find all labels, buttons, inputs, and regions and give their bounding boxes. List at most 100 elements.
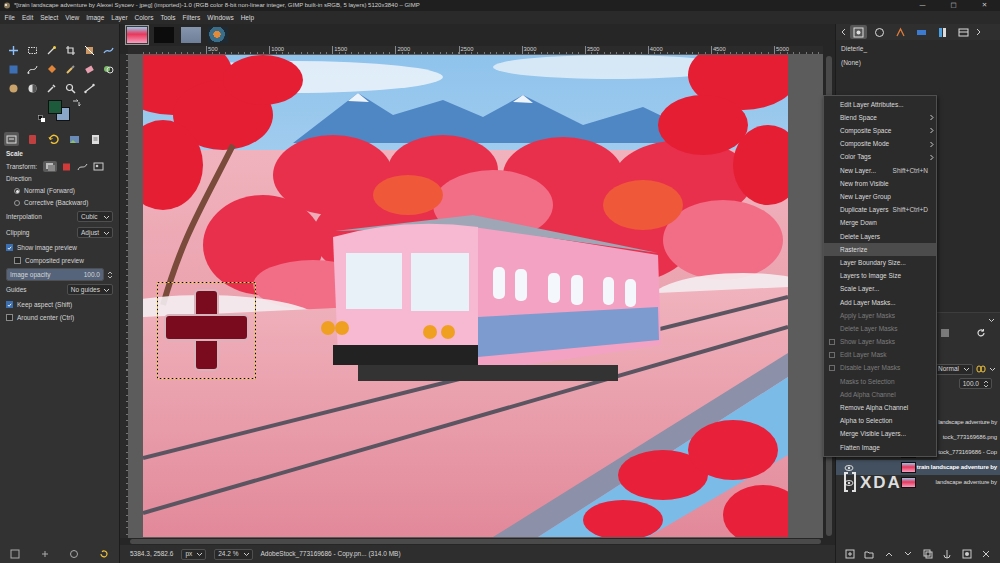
context-menu-item[interactable]: Layers to Image Size (824, 269, 936, 282)
checkbox-label[interactable]: Show image preview (17, 244, 77, 252)
context-menu-item[interactable]: Scale Layer... (824, 283, 936, 296)
scroll-right-icon[interactable] (976, 28, 982, 36)
menu-item-label[interactable]: Remove Alpha Channel (840, 404, 928, 412)
image-tab[interactable] (179, 25, 203, 45)
crop-tool-icon[interactable] (65, 45, 76, 56)
context-menu-item[interactable]: Composite Mode (824, 138, 936, 151)
context-menu-item[interactable]: Add Layer Masks... (824, 296, 936, 309)
context-menu-item[interactable]: Blend Space (824, 111, 936, 124)
menu-item-label[interactable]: Composite Mode (840, 140, 928, 148)
layer-name[interactable]: tock_773169686 - Cop (938, 449, 997, 455)
window-control-button[interactable]: □ (938, 0, 969, 11)
context-menu-item[interactable]: New from Visible (824, 177, 936, 190)
opacity-slider[interactable]: Image opacity100.0 (6, 268, 104, 281)
menu-item-label[interactable]: New Layer Group (840, 193, 928, 201)
context-menu-item[interactable]: Duplicate LayersShift+Ctrl+D (824, 204, 936, 217)
dock-tab[interactable] (913, 25, 930, 39)
wand-tool-icon[interactable] (46, 45, 57, 56)
eye-icon[interactable] (836, 464, 854, 472)
layer-mode-dropdown[interactable]: Normal (934, 364, 973, 375)
raise-layer-icon[interactable] (884, 549, 894, 559)
dropdown-value[interactable]: No guides (71, 286, 100, 294)
dropdown-value[interactable]: Cubic (81, 213, 98, 221)
dodge-tool-icon[interactable] (27, 83, 38, 94)
delete-layer-icon[interactable] (981, 549, 991, 559)
default-colors-icon[interactable] (38, 115, 46, 123)
context-menu-item[interactable]: Delete Layers (824, 230, 936, 243)
tool-options-tab[interactable] (67, 132, 82, 146)
smudge-tool-icon[interactable] (8, 83, 19, 94)
image-tab[interactable] (152, 25, 176, 45)
context-menu-item[interactable]: New Layer...Shift+Ctrl+N (824, 164, 936, 177)
transform-type-button[interactable] (59, 161, 73, 172)
context-menu-item[interactable]: Edit Layer Attributes... (824, 98, 936, 111)
menu-item-label[interactable]: Merge Down (840, 219, 928, 227)
transform-type-button[interactable] (91, 161, 105, 172)
layer-mode-value[interactable]: Normal (938, 365, 959, 373)
slider-value[interactable]: 100.0 (84, 271, 100, 279)
menu-item-label[interactable]: New from Visible (840, 180, 928, 188)
menu-item-label[interactable]: Add Layer Masks... (840, 299, 928, 307)
bucket-tool-icon[interactable] (46, 64, 57, 75)
checkbox[interactable] (14, 257, 21, 264)
menu-item-label[interactable]: Color Tags (840, 153, 928, 161)
eraser-tool-icon[interactable] (84, 64, 95, 75)
scroll-left-icon[interactable] (840, 28, 846, 36)
horizontal-scrollbar[interactable] (128, 538, 823, 545)
option-dropdown[interactable]: No guides (67, 284, 113, 295)
menu-item-label[interactable]: Flatten Image (840, 444, 928, 452)
warp-tool-icon[interactable] (103, 45, 114, 56)
refresh-icon[interactable] (976, 328, 986, 338)
zoom-dropdown[interactable]: 24.2 % (214, 549, 252, 560)
rect-select-tool-icon[interactable] (27, 45, 38, 56)
menu-item-label[interactable]: Merge Visible Layers... (840, 430, 928, 438)
menu-item[interactable]: Edit (18, 11, 36, 24)
image-tab[interactable] (125, 25, 149, 45)
menu-item-label[interactable]: Layer Boundary Size... (840, 259, 928, 267)
context-menu-item[interactable]: Flatten Image (824, 441, 936, 454)
direction-option[interactable]: Corrective (Backward) (6, 197, 113, 209)
image-tab[interactable] (206, 25, 230, 45)
context-menu-item[interactable]: Remove Alpha Channel (824, 401, 936, 414)
menu-item[interactable]: Colors (131, 11, 157, 24)
checkbox-label[interactable]: Keep aspect (Shift) (17, 301, 72, 309)
reset-options-icon[interactable] (99, 549, 109, 559)
edit-brush-icon[interactable] (940, 328, 950, 338)
delete-options-icon[interactable] (69, 549, 79, 559)
checkbox-label[interactable]: Around center (Ctrl) (17, 314, 74, 322)
foreground-color-swatch[interactable] (48, 100, 62, 114)
option-dropdown[interactable]: Adjust (77, 227, 113, 238)
menu-item[interactable]: Filters (179, 11, 204, 24)
menu-item[interactable]: File (1, 11, 18, 24)
radio-button[interactable] (14, 200, 20, 206)
menu-item[interactable]: Image (83, 11, 108, 24)
option-dropdown[interactable]: Cubic (77, 211, 113, 222)
dock-tab[interactable] (871, 25, 888, 39)
layer-name[interactable]: tock_773169686.png (943, 434, 997, 440)
menu-item-label[interactable]: Layers to Image Size (840, 272, 928, 280)
context-menu-item[interactable]: New Layer Group (824, 190, 936, 203)
picker-tool-icon[interactable] (46, 83, 57, 94)
mask-layer-icon[interactable] (962, 549, 972, 559)
menu-item[interactable]: Layer (108, 11, 131, 24)
menu-item-label[interactable]: Duplicate Layers (840, 206, 889, 214)
layer-opacity-value[interactable]: 100.0 (963, 380, 979, 388)
canvas[interactable] (128, 54, 823, 538)
option-checkbox-row[interactable]: Around center (Ctrl) (6, 311, 113, 324)
new-group-icon[interactable] (864, 549, 874, 559)
tool-options-tab[interactable] (4, 132, 19, 146)
save-options-icon[interactable] (10, 549, 20, 559)
zoom-tool-icon[interactable] (65, 83, 76, 94)
option-checkbox-row[interactable]: Composited preview (6, 254, 113, 267)
panel-menu-icon[interactable] (988, 317, 995, 323)
menu-item[interactable]: View (62, 11, 83, 24)
transform-type-button[interactable] (75, 161, 89, 172)
menu-item-label[interactable]: Edit Layer Attributes... (840, 101, 928, 109)
window-control-button[interactable]: — (907, 0, 938, 11)
menu-item[interactable]: Tools (157, 11, 179, 24)
menu-item-label[interactable]: Scale Layer... (840, 285, 928, 293)
context-menu-item[interactable]: Merge Down (824, 217, 936, 230)
dock-tab[interactable] (850, 25, 867, 39)
menu-item[interactable]: Windows (204, 11, 237, 24)
menu-item-label[interactable]: Rasterize (840, 246, 928, 254)
